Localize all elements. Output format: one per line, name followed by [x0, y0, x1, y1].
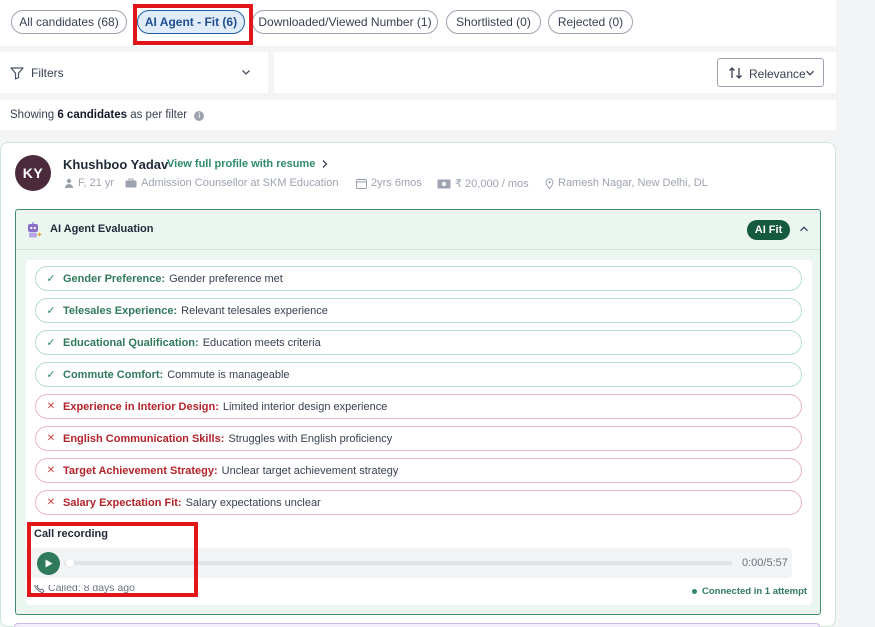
gender-age-text: F, 21 yr [78, 177, 115, 189]
criterion-educational-qualification: ✓ Educational Qualification: Education m… [35, 330, 802, 355]
tab-ai-agent-fit[interactable]: AI Agent - Fit (6) [137, 10, 245, 34]
filters-dropdown[interactable]: Filters [0, 52, 268, 93]
chevron-down-icon [806, 70, 814, 76]
meta-gender-age: F, 21 yr [64, 177, 114, 189]
criterion-label: English Communication Skills: [63, 432, 225, 445]
chevron-right-icon[interactable] [320, 159, 329, 169]
criterion-value: Unclear target achievement strategy [221, 464, 399, 477]
role-text: Admission Counsellor at SKM Education [141, 177, 339, 189]
chevron-up-icon[interactable] [799, 224, 809, 234]
connected-text: Connected in 1 attempt [702, 586, 808, 597]
showing-prefix: Showing [10, 109, 55, 121]
ai-agent-evaluation-panel: AI Agent Evaluation AI Fit ✓ Gender Pref… [15, 209, 821, 615]
location-pin-icon [545, 177, 554, 189]
cross-icon: ✕ [46, 433, 56, 444]
criterion-label: Gender Preference: [63, 272, 166, 285]
calendar-icon [356, 178, 367, 189]
criterion-target-achievement: ✕ Target Achievement Strategy: Unclear t… [35, 458, 802, 483]
results-summary: Showing 6 candidates as per filter i [0, 100, 836, 130]
ai-fit-badge: AI Fit [747, 220, 790, 240]
meta-role: Admission Counsellor at SKM Education [125, 177, 338, 189]
salary-icon [437, 179, 451, 188]
called-text: Called: 8 days ago [48, 585, 135, 593]
status-dot [692, 589, 697, 594]
cross-icon: ✕ [46, 401, 56, 412]
filter-icon [10, 67, 24, 80]
play-icon [45, 559, 53, 568]
call-recording-title: Call recording [34, 528, 108, 540]
meta-location: Ramesh Nagar, New Delhi, DL [545, 177, 708, 189]
criterion-value: Struggles with English proficiency [228, 432, 393, 445]
showing-suffix: as per filter [130, 109, 188, 121]
criterion-value: Education meets criteria [202, 336, 321, 349]
salary-text: ₹ 20,000 / mos [455, 178, 529, 190]
criterion-label: Telesales Experience: [63, 304, 178, 317]
sort-bar: Relevance [274, 52, 836, 93]
candidate-name[interactable]: Khushboo Yadav [63, 157, 168, 172]
cross-icon: ✕ [46, 497, 56, 508]
tab-all-candidates[interactable]: All candidates (68) [11, 10, 127, 34]
tab-shortlisted[interactable]: Shortlisted (0) [446, 10, 541, 34]
showing-count: 6 candidates [57, 109, 127, 121]
evaluation-title: AI Agent Evaluation [50, 223, 154, 235]
criterion-telesales-experience: ✓ Telesales Experience: Relevant telesal… [35, 298, 802, 323]
criterion-label: Educational Qualification: [63, 336, 199, 349]
cross-icon: ✕ [46, 465, 56, 476]
check-icon: ✓ [46, 368, 56, 381]
evaluation-header[interactable]: AI Agent Evaluation AI Fit [16, 210, 820, 250]
criterion-value: Commute is manageable [167, 368, 290, 381]
avatar: KY [15, 155, 51, 191]
candidate-tabs: All candidates (68) AI Agent - Fit (6) D… [0, 0, 836, 46]
criterion-label: Target Achievement Strategy: [63, 464, 218, 477]
chevron-down-icon [242, 70, 250, 75]
progress-track[interactable] [64, 561, 732, 565]
criterion-value: Limited interior design experience [222, 400, 388, 413]
filters-label: Filters [31, 66, 64, 80]
candidate-card: KY Khushboo Yadav View full profile with… [0, 142, 836, 627]
briefcase-icon [125, 178, 137, 188]
criterion-label: Commute Comfort: [63, 368, 164, 381]
audio-player: 0:00/5:57 [25, 548, 792, 578]
phone-icon [34, 585, 45, 593]
progress-knob[interactable] [65, 558, 75, 568]
robot-icon [28, 222, 42, 238]
view-profile-link[interactable]: View full profile with resume [167, 158, 315, 170]
play-button[interactable] [37, 552, 60, 575]
criterion-value: Gender preference met [169, 272, 283, 285]
criterion-label: Experience in Interior Design: [63, 400, 219, 413]
meta-salary: ₹ 20,000 / mos [437, 177, 529, 190]
criterion-value: Relevant telesales experience [181, 304, 328, 317]
meta-experience: 2yrs 6mos [356, 177, 422, 189]
connected-status: Connected in 1 attempt [692, 586, 807, 597]
check-icon: ✓ [46, 304, 56, 317]
criterion-salary-expectation: ✕ Salary Expectation Fit: Salary expecta… [35, 490, 802, 515]
sort-icon [729, 67, 742, 79]
criterion-interior-design: ✕ Experience in Interior Design: Limited… [35, 394, 802, 419]
check-icon: ✓ [46, 272, 56, 285]
person-icon [65, 178, 73, 188]
criterion-value: Salary expectations unclear [185, 496, 321, 509]
tab-rejected[interactable]: Rejected (0) [548, 10, 633, 34]
criterion-label: Salary Expectation Fit: [63, 496, 182, 509]
location-text: Ramesh Nagar, New Delhi, DL [558, 177, 708, 189]
next-candidate-card [14, 623, 820, 627]
info-icon[interactable]: i [194, 111, 205, 121]
experience-text: 2yrs 6mos [371, 177, 422, 189]
playback-time: 0:00/5:57 [742, 557, 788, 569]
tab-downloaded-viewed[interactable]: Downloaded/Viewed Number (1) [252, 10, 438, 34]
criterion-gender-preference: ✓ Gender Preference: Gender preference m… [35, 266, 802, 291]
check-icon: ✓ [46, 336, 56, 349]
sort-label: Relevance [749, 67, 806, 81]
called-info: Called: 8 days ago [34, 585, 135, 593]
sort-dropdown[interactable]: Relevance [717, 58, 824, 87]
criterion-commute-comfort: ✓ Commute Comfort: Commute is manageable [35, 362, 802, 387]
criterion-english-communication: ✕ English Communication Skills: Struggle… [35, 426, 802, 451]
